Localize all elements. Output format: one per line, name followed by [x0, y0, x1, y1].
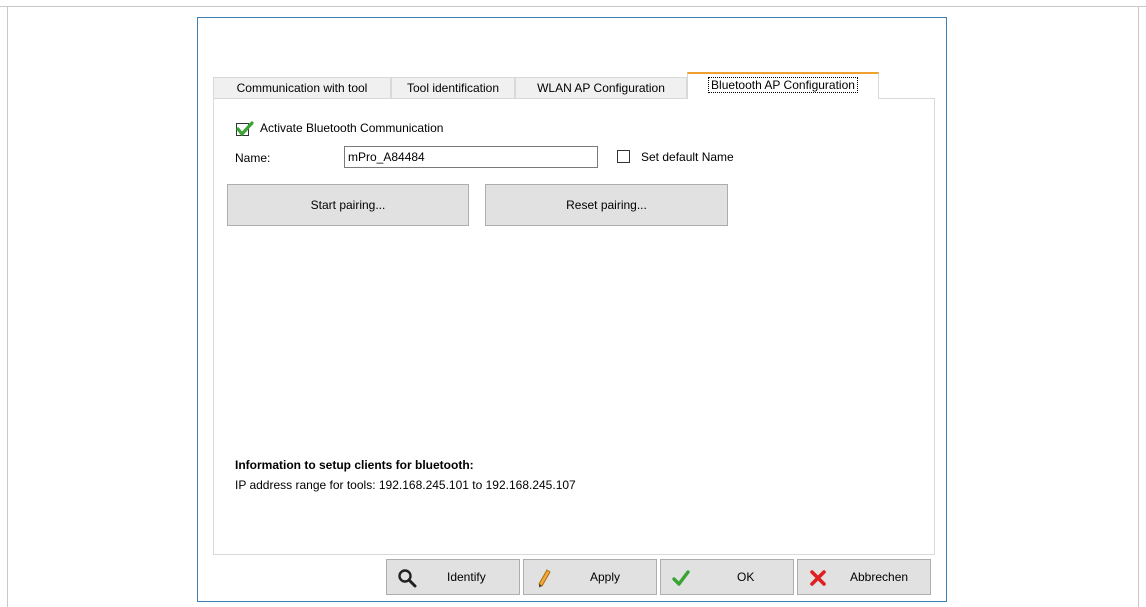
tab-label: WLAN AP Configuration — [537, 81, 665, 95]
apply-label: Apply — [590, 570, 621, 584]
window-border-right — [1138, 6, 1139, 607]
tab-wlan-ap-configuration[interactable]: WLAN AP Configuration — [515, 77, 687, 98]
name-field[interactable]: mPro_A84484 — [344, 146, 598, 168]
set-default-name-checkbox[interactable]: Set default Name — [617, 148, 767, 166]
set-default-name-label: Set default Name — [641, 150, 734, 164]
start-pairing-button[interactable]: Start pairing... — [227, 184, 469, 226]
tab-communication-with-tool[interactable]: Communication with tool — [213, 77, 391, 98]
window-border-left — [7, 6, 8, 607]
cross-icon — [810, 570, 826, 586]
tab-label: Communication with tool — [236, 81, 368, 95]
cancel-button[interactable]: Abbrechen — [797, 559, 931, 595]
window-border-top — [0, 6, 1146, 7]
info-heading: Information to setup clients for bluetoo… — [235, 458, 474, 472]
reset-pairing-button[interactable]: Reset pairing... — [485, 184, 728, 226]
checkmark-icon — [672, 570, 690, 586]
checkmark-icon — [236, 121, 254, 136]
identify-button[interactable]: Identify — [386, 559, 520, 595]
tab-tool-identification[interactable]: Tool identification — [391, 77, 515, 98]
configuration-dialog: Communication with tool Tool identificat… — [197, 17, 947, 602]
tab-label: Bluetooth AP Configuration — [708, 77, 858, 93]
cancel-label: Abbrechen — [850, 570, 909, 584]
ok-label: OK — [737, 570, 755, 584]
pencil-icon — [538, 569, 551, 588]
magnifier-icon — [398, 569, 417, 588]
tab-bluetooth-ap-configuration[interactable]: Bluetooth AP Configuration — [687, 72, 879, 99]
activate-bluetooth-checkbox[interactable] — [236, 121, 254, 137]
name-label: Name: — [235, 151, 271, 165]
checkbox-box — [617, 150, 630, 163]
bluetooth-config-panel: Activate Bluetooth Communication Name: m… — [213, 98, 935, 555]
activate-bluetooth-label: Activate Bluetooth Communication — [260, 121, 444, 135]
identify-label: Identify — [447, 570, 486, 584]
tab-label: Tool identification — [406, 81, 500, 95]
apply-button[interactable]: Apply — [523, 559, 657, 595]
ok-button[interactable]: OK — [660, 559, 794, 595]
ip-range-text: IP address range for tools: 192.168.245.… — [235, 478, 576, 492]
